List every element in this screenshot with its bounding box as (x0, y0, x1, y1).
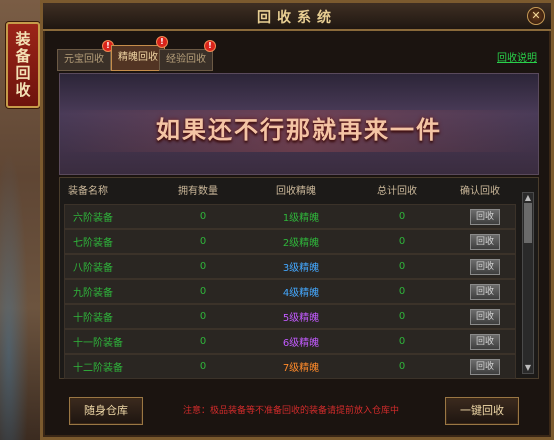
table-scrollbar[interactable]: ▲ ▼ (522, 192, 534, 374)
scroll-down-icon[interactable]: ▼ (523, 363, 533, 373)
window-title: 回收系统 (257, 10, 337, 26)
tab-soul-recycle[interactable]: 精魄回收 ! (111, 36, 168, 71)
total-recycle: 0 (398, 336, 406, 347)
header-soul: 回收精魄 (276, 185, 316, 197)
owned-count: 0 (199, 336, 207, 347)
soul-reward: 3级精魄 (282, 263, 320, 274)
soul-reward: 7级精魄 (282, 363, 320, 374)
header-name: 装备名称 (68, 185, 108, 197)
owned-count: 0 (199, 261, 207, 272)
recycle-button[interactable]: 回收 (470, 233, 500, 250)
total-recycle: 0 (398, 261, 406, 272)
table-row: 六阶装备 0 1级精魄 0 回收 (64, 204, 516, 229)
header-confirm: 确认回收 (460, 185, 500, 197)
table-row: 九阶装备 0 4级精魄 0 回收 (64, 279, 516, 304)
tab-exp-recycle[interactable]: 经验回收 ! (159, 40, 216, 71)
total-recycle: 0 (398, 236, 406, 247)
owned-count: 0 (199, 236, 207, 247)
equipment-recycle-side-tab[interactable]: 装备回收 (6, 22, 40, 108)
equipment-name: 十一阶装备 (73, 338, 123, 349)
recycle-button[interactable]: 回收 (470, 308, 500, 325)
table-row: 七阶装备 0 2级精魄 0 回收 (64, 229, 516, 254)
recycle-button[interactable]: 回收 (470, 358, 500, 375)
side-tab-label: 装备回收 (13, 31, 32, 99)
table-row: 十阶装备 0 5级精魄 0 回收 (64, 304, 516, 329)
soul-reward: 5级精魄 (282, 313, 320, 324)
table-row: 八阶装备 0 3级精魄 0 回收 (64, 254, 516, 279)
recycle-button[interactable]: 回收 (470, 258, 500, 275)
header-count: 拥有数量 (178, 185, 218, 197)
table-row: 十一阶装备 0 6级精魄 0 回收 (64, 329, 516, 354)
soul-reward: 4级精魄 (282, 288, 320, 299)
tab-label: 精魄回收 (118, 52, 158, 63)
warning-note: 注意：极品装备等不准备回收的装备请提前放入仓库中 (182, 406, 399, 416)
owned-count: 0 (199, 311, 207, 322)
total-recycle: 0 (398, 211, 406, 222)
scroll-thumb[interactable] (524, 203, 532, 243)
soul-reward: 6级精魄 (282, 338, 320, 349)
equipment-name: 六阶装备 (73, 213, 113, 224)
alert-badge: ! (156, 36, 168, 48)
equipment-name: 十二阶装备 (73, 363, 123, 374)
equipment-name: 八阶装备 (73, 263, 113, 274)
recycle-button[interactable]: 回收 (470, 283, 500, 300)
total-recycle: 0 (398, 361, 406, 372)
recycle-button[interactable]: 回收 (470, 208, 500, 225)
tab-label: 经验回收 (166, 54, 206, 65)
recycle-button[interactable]: 回收 (470, 333, 500, 350)
soul-reward: 2级精魄 (282, 238, 320, 249)
close-button[interactable]: ✕ (527, 7, 545, 25)
soul-reward: 1级精魄 (282, 213, 320, 224)
owned-count: 0 (199, 211, 207, 222)
total-recycle: 0 (398, 286, 406, 297)
header-total: 总计回收 (377, 185, 417, 197)
equipment-name: 七阶装备 (73, 238, 113, 249)
banner: 如果还不行那就再来一件 (59, 73, 539, 175)
total-recycle: 0 (398, 311, 406, 322)
owned-count: 0 (199, 286, 207, 297)
tab-yuanbao-recycle[interactable]: 元宝回收 ! (57, 40, 114, 71)
recycle-window: 回收系统 ✕ 元宝回收 ! 精魄回收 ! 经验回收 ! 回收说明 如果还不行那就… (40, 0, 554, 440)
portable-warehouse-button[interactable]: 随身仓库 (69, 397, 143, 425)
alert-badge: ! (204, 40, 216, 52)
help-link[interactable]: 回收说明 (497, 49, 537, 64)
banner-text: 如果还不行那就再来一件 (156, 116, 442, 144)
equipment-name: 九阶装备 (73, 288, 113, 299)
table-header: 装备名称 拥有数量 回收精魄 总计回收 确认回收 (60, 178, 520, 200)
one-click-recycle-button[interactable]: 一键回收 (445, 397, 519, 425)
table-row: 十二阶装备 0 7级精魄 0 回收 (64, 354, 516, 379)
owned-count: 0 (199, 361, 207, 372)
scroll-up-icon[interactable]: ▲ (523, 193, 533, 203)
recycle-table-panel: 装备名称 拥有数量 回收精魄 总计回收 确认回收 六阶装备 0 1级精魄 0 回… (59, 177, 539, 379)
title-bar: 回收系统 ✕ (43, 3, 551, 31)
tab-label: 元宝回收 (64, 54, 104, 65)
equipment-name: 十阶装备 (73, 313, 113, 324)
